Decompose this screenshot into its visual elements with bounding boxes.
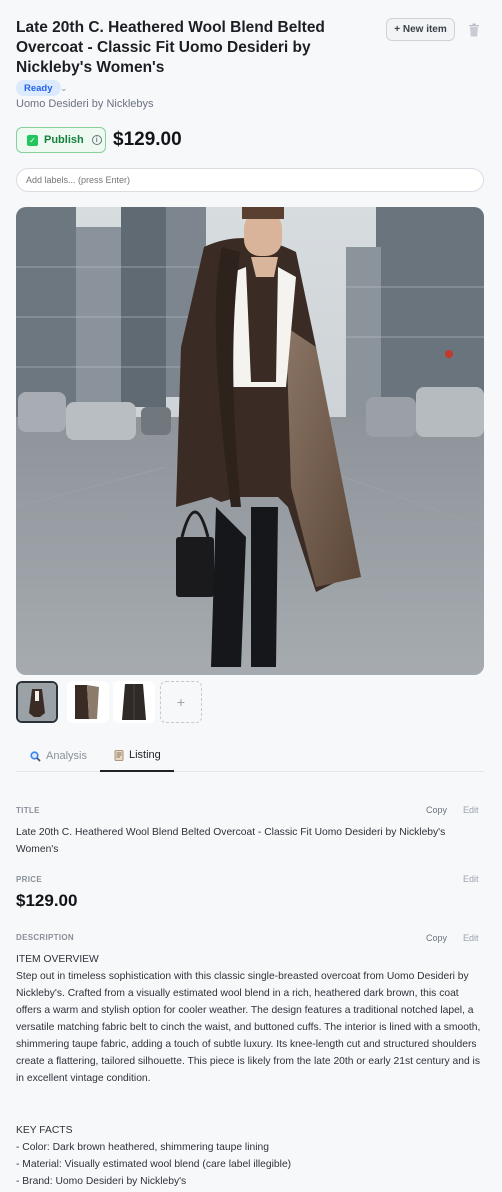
tab-listing[interactable]: Listing (100, 740, 174, 772)
labels-input[interactable] (16, 168, 484, 192)
description-overview-heading: ITEM OVERVIEW (16, 954, 99, 965)
title-section-label: TITLE (16, 806, 40, 815)
edit-title-button[interactable]: Edit (463, 805, 479, 815)
description-section-label: DESCRIPTION (16, 933, 74, 942)
document-icon (114, 749, 124, 761)
checkbox-checked-icon: ✓ (27, 134, 38, 146)
add-photo-button[interactable]: + (160, 681, 202, 723)
key-fact-item: - Color: Dark brown heathered, shimmerin… (16, 1142, 269, 1153)
status-badge[interactable]: Ready (16, 80, 61, 96)
key-fact-item: - Brand: Uomo Desideri by Nickleby's (16, 1176, 187, 1187)
listing-title-text: Late 20th C. Heathered Wool Blend Belted… (16, 827, 446, 855)
thumbnail-1[interactable] (16, 681, 58, 723)
publish-toggle[interactable]: ✓ Publish i (16, 127, 106, 153)
description-overview-text: Step out in timeless sophistication with… (16, 971, 481, 1084)
magnifier-icon (30, 750, 41, 762)
key-fact-item: - Material: Visually estimated wool blen… (16, 1159, 292, 1170)
new-item-button[interactable]: + New item (386, 18, 455, 41)
main-product-photo[interactable] (16, 207, 484, 675)
tab-bar: Analysis Listing (16, 740, 484, 772)
chevron-down-icon[interactable]: ⌄ (60, 80, 68, 96)
item-title: Late 20th C. Heathered Wool Blend Belted… (16, 19, 325, 76)
listing-price: $129.00 (16, 891, 78, 910)
brand-name: Uomo Desideri by Nicklebys (16, 98, 154, 110)
tab-analysis-label: Analysis (46, 750, 87, 762)
key-facts-heading: KEY FACTS (16, 1125, 73, 1136)
edit-price-button[interactable]: Edit (463, 874, 479, 884)
copy-title-button[interactable]: Copy (426, 805, 447, 815)
thumbnail-3[interactable] (113, 681, 155, 723)
thumbnail-2[interactable] (67, 681, 109, 723)
publish-label: Publish (44, 134, 84, 146)
tab-analysis[interactable]: Analysis (30, 740, 87, 772)
header-price: $129.00 (113, 129, 182, 150)
copy-description-button[interactable]: Copy (426, 933, 447, 943)
tab-listing-label: Listing (129, 749, 161, 761)
info-icon[interactable]: i (91, 135, 102, 145)
price-section-label: PRICE (16, 875, 42, 884)
trash-icon[interactable] (468, 23, 480, 37)
edit-description-button[interactable]: Edit (463, 933, 479, 943)
